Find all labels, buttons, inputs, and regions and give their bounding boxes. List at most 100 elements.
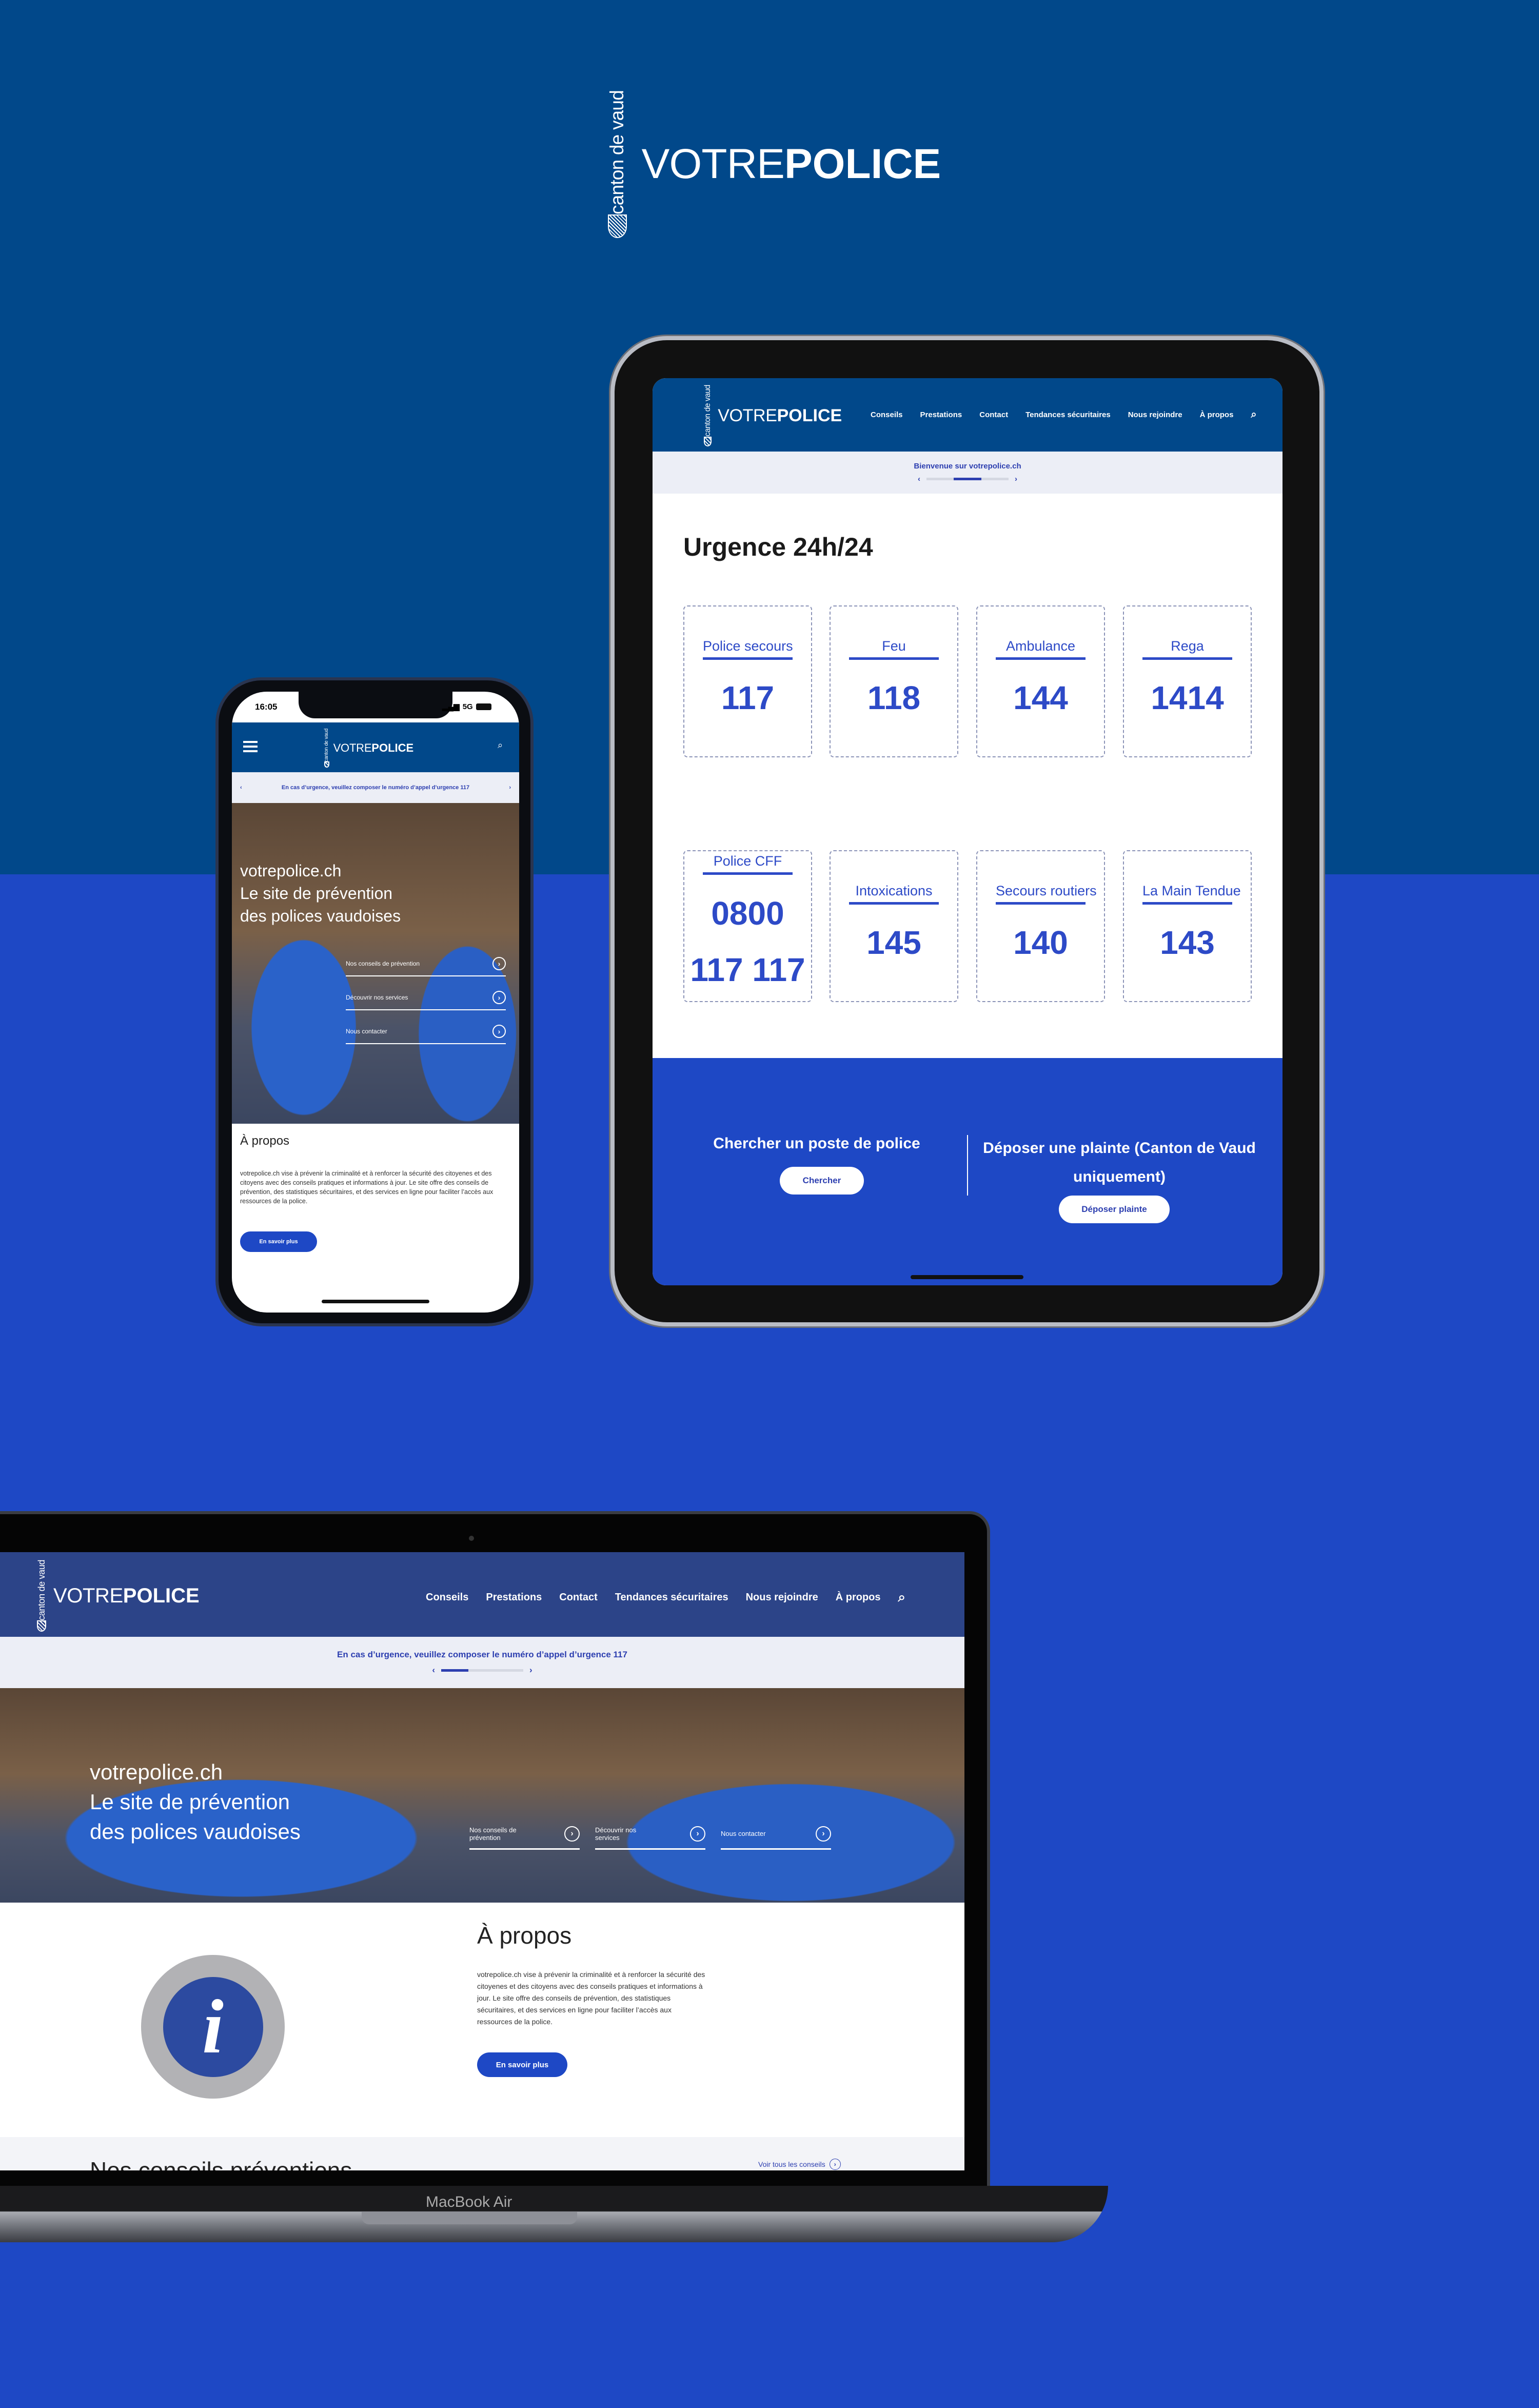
status-time: 16:05 — [255, 702, 278, 712]
chevron-right-icon[interactable]: › — [509, 785, 511, 791]
hero-link-contact[interactable]: Nous contacter › — [346, 1020, 506, 1044]
nav-contact[interactable]: Contact — [979, 410, 1008, 419]
card-number[interactable]: 1414 — [1151, 679, 1224, 717]
card-number[interactable]: 0800 117 117 — [686, 885, 810, 998]
card-number[interactable]: 117 — [721, 679, 774, 717]
main-nav: Conseils Prestations Contact Tendances s… — [426, 1589, 923, 1606]
card-number[interactable]: 145 — [866, 924, 921, 962]
tips-link[interactable]: Voir tous les conseils › — [758, 2159, 841, 2170]
emergency-card[interactable]: Feu 118 — [830, 605, 958, 757]
card-label: Ambulance — [996, 638, 1086, 660]
site-header: canton de vaud VOTRE POLICE Conseils Pres… — [0, 1552, 964, 1637]
nav-tendances[interactable]: Tendances sécuritaires — [1025, 410, 1111, 419]
hero-link-conseils[interactable]: Nos conseils de prévention › — [469, 1819, 580, 1850]
nav-prestations[interactable]: Prestations — [920, 410, 962, 419]
hero-title: votrepolice.ch Le site de prévention des p… — [90, 1760, 301, 1844]
card-label: Intoxications — [849, 883, 939, 905]
card-label: Rega — [1142, 638, 1232, 660]
card-label: Feu — [849, 638, 939, 660]
carousel-progress — [441, 1669, 523, 1672]
hero-link-services[interactable]: Découvrir nos services › — [595, 1819, 705, 1850]
site-logo[interactable]: canton de vaud VOTRE POLICE — [36, 1560, 200, 1632]
nav-conseils[interactable]: Conseils — [426, 1592, 468, 1603]
emergency-card[interactable]: Secours routiers 140 — [976, 850, 1105, 1002]
tips-title: Nos conseils préventions — [90, 2157, 352, 2170]
hero-link-services[interactable]: Découvrir nos services › — [346, 986, 506, 1010]
emergency-card[interactable]: Police secours 117 — [683, 605, 812, 757]
card-number[interactable]: 118 — [867, 679, 920, 717]
card-label: Secours routiers — [996, 883, 1097, 905]
hero-image: votrepolice.ch Le site de prévention des p… — [232, 803, 519, 1124]
shield-icon — [324, 761, 329, 768]
page-title: Urgence 24h/24 — [683, 533, 873, 561]
main-logo: canton de vaud VOTRE POLICE — [606, 90, 941, 238]
arrow-right-icon: › — [564, 1826, 580, 1842]
shield-icon — [608, 214, 627, 238]
complaint-button[interactable]: Déposer plainte — [1059, 1196, 1170, 1223]
home-indicator — [911, 1275, 1023, 1279]
about-title: À propos — [240, 1134, 290, 1148]
hero-links: Nos conseils de prévention › Découvrir no… — [346, 952, 506, 1044]
arrow-right-icon: › — [492, 991, 506, 1004]
nav-prestations[interactable]: Prestations — [486, 1592, 542, 1603]
find-button[interactable]: Chercher — [780, 1167, 864, 1195]
device-label: MacBook Air — [426, 2194, 512, 2210]
battery-icon — [476, 703, 491, 710]
info-banner: ‹ En cas d’urgence, veuillez composer le … — [232, 772, 519, 803]
complaint-title: Déposer une plainte (Canton de Vaud uniq… — [983, 1140, 1256, 1185]
phone-notch — [299, 692, 452, 718]
card-number[interactable]: 144 — [1013, 679, 1068, 717]
nav-rejoindre[interactable]: Nous rejoindre — [746, 1592, 818, 1603]
card-label: Police secours — [703, 638, 793, 660]
main-nav: Conseils Prestations Contact Tendances s… — [871, 409, 1274, 421]
shield-icon — [704, 436, 712, 446]
search-icon[interactable]: ⌕ — [898, 1589, 906, 1606]
emergency-card[interactable]: Police CFF 0800 117 117 — [683, 850, 812, 1002]
card-number[interactable]: 140 — [1013, 924, 1068, 962]
info-icon: i — [141, 1955, 285, 2099]
card-label: La Main Tendue — [1142, 883, 1241, 905]
hero-link-contact[interactable]: Nous contacter › — [721, 1819, 831, 1850]
chevron-right-icon[interactable]: › — [529, 1665, 532, 1675]
hero-links: Nos conseils de prévention › Découvrir no… — [469, 1819, 831, 1850]
canton-seal: canton de vaud — [606, 90, 627, 238]
nav-conseils[interactable]: Conseils — [871, 410, 903, 419]
about-text: votrepolice.ch vise à prévenir la crimin… — [477, 1970, 705, 2026]
site-logo[interactable]: canton de vaud VOTRE POLICE — [703, 385, 842, 446]
hero-link-conseils[interactable]: Nos conseils de prévention › — [346, 952, 506, 976]
laptop-notch — [362, 2211, 577, 2224]
chevron-right-icon[interactable]: › — [1015, 475, 1017, 483]
chevron-left-icon[interactable]: ‹ — [240, 785, 242, 791]
emergency-card[interactable]: Intoxications 145 — [830, 850, 958, 1002]
home-indicator — [322, 1300, 429, 1303]
nav-tendances[interactable]: Tendances sécuritaires — [615, 1592, 728, 1603]
site-header: canton de vaud VOTRE POLICE ⌕ — [232, 722, 519, 772]
about-button[interactable]: En savoir plus — [240, 1231, 317, 1252]
emergency-card[interactable]: La Main Tendue 143 — [1123, 850, 1252, 1002]
chevron-left-icon[interactable]: ‹ — [432, 1665, 435, 1675]
arrow-right-icon: › — [492, 957, 506, 970]
search-icon[interactable]: ⌕ — [1251, 409, 1256, 421]
card-number[interactable]: 143 — [1160, 924, 1215, 962]
laptop-camera — [469, 1536, 474, 1541]
arrow-right-icon: › — [492, 1025, 506, 1038]
menu-icon[interactable] — [243, 741, 258, 752]
arrow-right-icon: › — [690, 1826, 705, 1842]
about-button[interactable]: En savoir plus — [477, 2052, 567, 2077]
find-station-title: Chercher un poste de police — [713, 1135, 920, 1152]
nav-contact[interactable]: Contact — [559, 1592, 597, 1603]
emergency-card[interactable]: Ambulance 144 — [976, 605, 1105, 757]
actions-section: Chercher un poste de police Chercher Dép… — [653, 1058, 1282, 1285]
chevron-left-icon[interactable]: ‹ — [918, 475, 920, 483]
site-logo[interactable]: canton de vaud VOTRE POLICE — [324, 729, 413, 768]
nav-apropos[interactable]: À propos — [1200, 410, 1234, 419]
hero-title: votrepolice.ch Le site de prévention des p… — [240, 862, 401, 925]
nav-rejoindre[interactable]: Nous rejoindre — [1128, 410, 1182, 419]
card-label: Police CFF — [703, 853, 793, 875]
site-header: canton de vaud VOTRE POLICE Conseils Pres… — [653, 378, 1282, 452]
search-icon[interactable]: ⌕ — [498, 740, 503, 751]
nav-apropos[interactable]: À propos — [836, 1592, 881, 1603]
laptop-screen: canton de vaud VOTRE POLICE Conseils Pres… — [0, 1552, 964, 2170]
emergency-card[interactable]: Rega 1414 — [1123, 605, 1252, 757]
tablet-screen: canton de vaud VOTRE POLICE Conseils Pres… — [653, 378, 1282, 1285]
